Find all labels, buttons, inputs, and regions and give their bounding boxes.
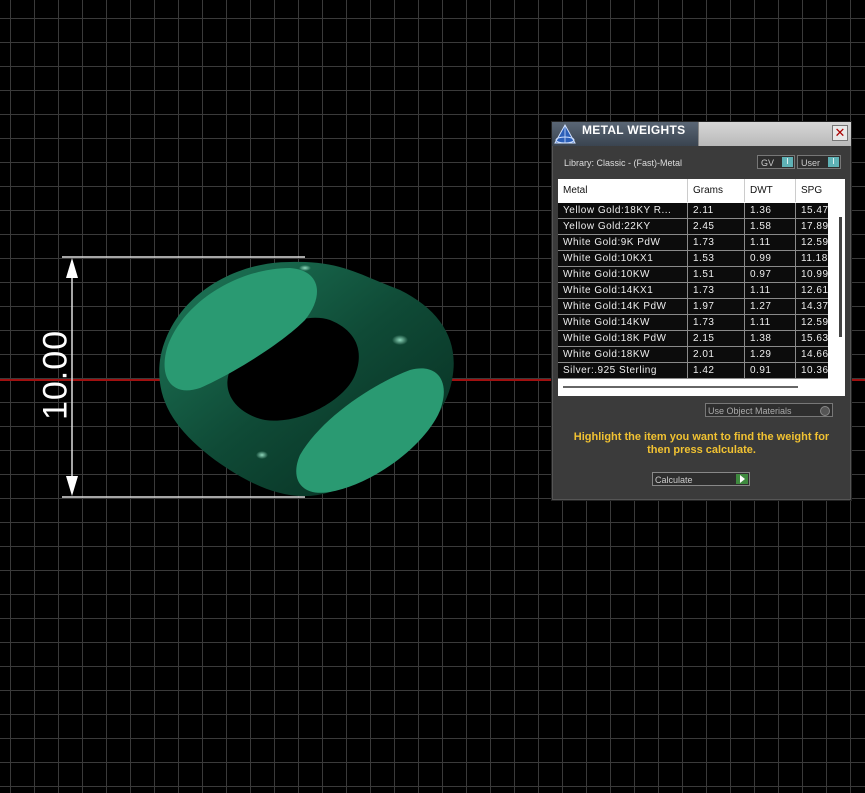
cell-metal: Yellow Gold:18KY R...	[558, 203, 688, 218]
metal-table[interactable]: Metal Grams DWT SPG Yellow Gold:18KY R..…	[558, 179, 845, 396]
table-row[interactable]: White Gold:14KW 1.73 1.11 12.59	[558, 315, 828, 331]
horizontal-scroll-thumb[interactable]	[563, 386, 798, 388]
chain-link-model[interactable]	[159, 261, 454, 497]
table-header: Metal Grams DWT SPG	[558, 179, 828, 202]
toggle-knob-icon: I	[782, 157, 793, 167]
use-object-materials-label: Use Object Materials	[708, 406, 792, 416]
cell-dwt: 1.38	[745, 331, 796, 346]
radio-icon	[820, 406, 830, 416]
cell-dwt: 1.11	[745, 235, 796, 250]
table-row[interactable]: White Gold:14K PdW 1.97 1.27 14.37	[558, 299, 828, 315]
cell-spg: 12.59	[801, 237, 829, 248]
cell-spg: 11.18	[801, 253, 828, 264]
cell-spg: 12.59	[801, 317, 829, 328]
cell-dwt: 1.11	[745, 283, 796, 298]
cell-grams: 1.73	[688, 283, 745, 298]
table-row[interactable]: White Gold:18K PdW 2.15 1.38 15.63	[558, 331, 828, 347]
cell-grams: 1.73	[688, 235, 745, 250]
table-row[interactable]: Yellow Gold:18KY R... 2.11 1.36 15.47	[558, 203, 828, 219]
cell-grams: 1.42	[688, 363, 745, 378]
column-header-grams[interactable]: Grams	[688, 179, 745, 202]
vertical-scrollbar[interactable]	[836, 203, 845, 378]
calculate-button[interactable]: Calculate	[652, 472, 750, 486]
user-toggle-label: User	[801, 158, 821, 168]
app-logo-icon	[554, 123, 576, 144]
cell-metal: White Gold:9K PdW	[558, 235, 688, 250]
close-icon: ✕	[834, 125, 846, 140]
cell-dwt: 1.36	[745, 203, 796, 218]
table-body: Yellow Gold:18KY R... 2.11 1.36 15.47 Yellow…	[558, 203, 828, 379]
cell-grams: 2.45	[688, 219, 745, 234]
cell-dwt: 0.97	[745, 267, 796, 282]
cell-grams: 1.97	[688, 299, 745, 314]
cell-dwt: 1.27	[745, 299, 796, 314]
table-row[interactable]: White Gold:9K PdW 1.73 1.11 12.59	[558, 235, 828, 251]
cell-dwt: 0.99	[745, 251, 796, 266]
instruction-text: Highlight the item you want to find the …	[573, 431, 830, 456]
cell-dwt: 1.29	[745, 347, 796, 362]
gv-toggle[interactable]: GV I	[757, 155, 795, 169]
cell-metal: White Gold:10KX1	[558, 251, 688, 266]
use-object-materials-option[interactable]: Use Object Materials	[705, 403, 833, 417]
user-toggle[interactable]: User I	[797, 155, 841, 169]
cell-grams: 1.53	[688, 251, 745, 266]
cell-dwt: 1.11	[745, 315, 796, 330]
cell-spg: 15.63	[801, 333, 829, 344]
cell-dwt: 0.91	[745, 363, 796, 378]
cell-spg: 14.37	[801, 301, 829, 312]
calculate-label: Calculate	[655, 475, 693, 485]
cell-grams: 2.15	[688, 331, 745, 346]
cell-metal: White Gold:18KW	[558, 347, 688, 362]
cell-grams: 1.51	[688, 267, 745, 282]
cell-metal: White Gold:14K PdW	[558, 299, 688, 314]
cell-spg: 12.61	[801, 285, 829, 296]
metal-weights-panel: METAL WEIGHTS ✕ Library: Classic - (Fast…	[551, 121, 852, 501]
play-arrow-icon	[736, 474, 748, 484]
column-header-dwt[interactable]: DWT	[745, 179, 796, 202]
table-row[interactable]: White Gold:14KX1 1.73 1.11 12.61	[558, 283, 828, 299]
toggle-knob-icon: I	[828, 157, 839, 167]
dimension-value-label: 10.00	[36, 329, 75, 421]
horizontal-scrollbar[interactable]	[558, 379, 836, 396]
cell-dwt: 1.58	[745, 219, 796, 234]
cell-grams: 2.11	[688, 203, 745, 218]
table-row[interactable]: Yellow Gold:22KY 2.45 1.58 17.89	[558, 219, 828, 235]
table-row[interactable]: Silver:.925 Sterling 1.42 0.91 10.36	[558, 363, 828, 379]
table-row[interactable]: White Gold:10KW 1.51 0.97 10.99	[558, 267, 828, 283]
cell-metal: White Gold:14KW	[558, 315, 688, 330]
cell-metal: White Gold:14KX1	[558, 283, 688, 298]
panel-titlebar[interactable]: METAL WEIGHTS ✕	[552, 122, 851, 146]
cell-spg: 10.36	[801, 365, 829, 376]
cell-spg: 15.47	[801, 205, 829, 216]
vertical-scroll-thumb[interactable]	[839, 217, 842, 337]
library-label: Library: Classic - (Fast)-Metal	[564, 158, 683, 168]
cell-spg: 10.99	[801, 269, 829, 280]
panel-title: METAL WEIGHTS	[582, 123, 686, 137]
cell-metal: Yellow Gold:22KY	[558, 219, 688, 234]
table-row[interactable]: White Gold:18KW 2.01 1.29 14.66	[558, 347, 828, 363]
close-button[interactable]: ✕	[832, 125, 848, 141]
cell-metal: White Gold:10KW	[558, 267, 688, 282]
cell-spg: 14.66	[801, 349, 829, 360]
cell-grams: 2.01	[688, 347, 745, 362]
table-row[interactable]: White Gold:10KX1 1.53 0.99 11.18	[558, 251, 828, 267]
column-header-metal[interactable]: Metal	[558, 179, 688, 202]
column-header-spg[interactable]: SPG	[796, 179, 836, 202]
cell-metal: Silver:.925 Sterling	[558, 363, 688, 378]
cell-spg: 17.89	[801, 221, 829, 232]
gv-toggle-label: GV	[761, 158, 775, 168]
cell-grams: 1.73	[688, 315, 745, 330]
cell-metal: White Gold:18K PdW	[558, 331, 688, 346]
